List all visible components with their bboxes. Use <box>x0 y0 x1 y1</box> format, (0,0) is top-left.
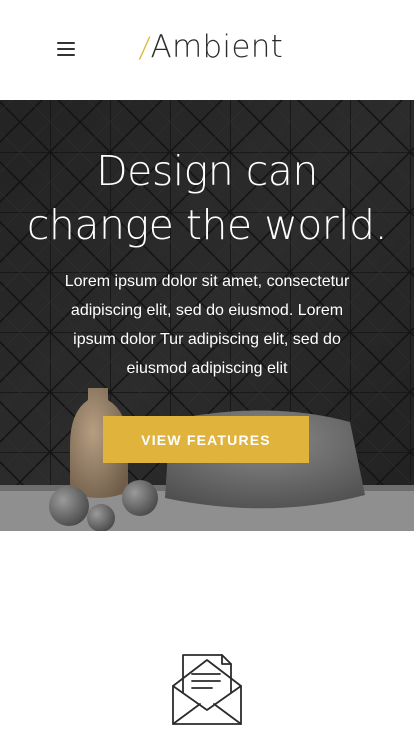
hero-title-line-2: change the world. <box>26 201 388 249</box>
hamburger-menu-icon[interactable] <box>57 41 77 59</box>
hero-title: Design can change the world. <box>0 144 414 252</box>
view-features-button[interactable]: VIEW FEATURES <box>103 416 309 463</box>
features-section <box>0 531 414 736</box>
logo-name: Ambient <box>150 29 284 65</box>
hamburger-line <box>57 48 75 50</box>
hamburger-line <box>57 42 75 44</box>
hero-section: Design can change the world. Lorem ipsum… <box>0 100 414 531</box>
envelope-letter-icon <box>172 654 242 725</box>
hero-title-line-1: Design can <box>96 147 318 195</box>
hero-description: Lorem ipsum dolor sit amet, consectetur … <box>64 273 350 377</box>
site-header: / Ambient <box>0 0 414 100</box>
site-logo[interactable]: / Ambient <box>138 29 284 69</box>
hamburger-line <box>57 54 75 56</box>
